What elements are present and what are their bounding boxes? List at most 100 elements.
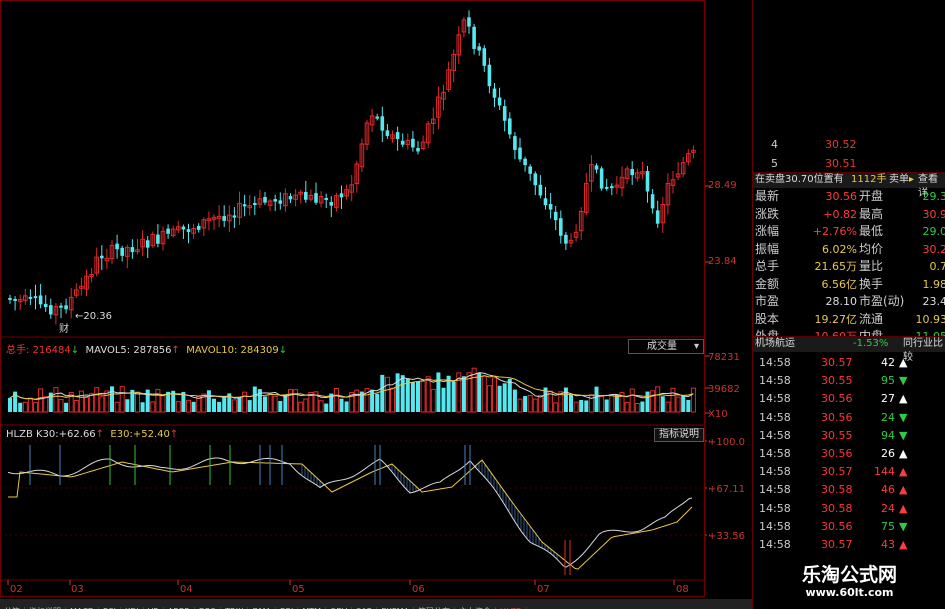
total-volume-label: 总手 (6, 345, 26, 356)
candle-body (508, 118, 512, 135)
volume-bar (89, 393, 95, 413)
quote-value: 28.10 (825, 295, 858, 308)
quote-label: 流通 (859, 311, 884, 326)
quote-row: 振幅 6.02% 均价 30.2 (755, 241, 945, 256)
tick-price: 30.56 (821, 519, 853, 533)
sell-order-type: 卖单 (889, 174, 909, 185)
quote-label: 最低 (859, 224, 884, 238)
volume-bar (497, 385, 502, 412)
quote-value: 29.0 (922, 225, 945, 238)
candle-body (181, 226, 186, 230)
volume-bar (135, 391, 140, 413)
chevron-down-icon: ▾ (693, 341, 699, 352)
volume-bar (599, 395, 605, 413)
volume-bar (650, 390, 656, 413)
down-arrow-icon: ▼ (899, 428, 908, 442)
down-arrow-icon: ↓ (278, 345, 288, 356)
volume-bar (27, 397, 33, 413)
event-marker-finance[interactable]: 财 (59, 324, 69, 336)
volume-bar (563, 387, 568, 412)
volume-bar (166, 391, 171, 412)
volume-bar (278, 400, 283, 412)
quote-value: 30.9 (922, 207, 945, 221)
volume-bar (175, 401, 181, 413)
volume-bar (33, 402, 38, 413)
volume-bar (624, 401, 630, 413)
candle-body (28, 296, 33, 299)
tick-volume: 95 (881, 374, 895, 388)
tick-volume: 26 (881, 447, 895, 460)
candle-body (650, 194, 655, 209)
candle-body (222, 216, 226, 221)
volume-axis-high: 78231 (708, 352, 740, 363)
candle-body (49, 305, 53, 315)
volume-bar (8, 397, 12, 412)
volume-bar (263, 396, 267, 412)
volume-bar (217, 401, 222, 412)
e30-line (8, 459, 693, 570)
tick-time: 14:58 (759, 447, 791, 460)
volume-bar (94, 387, 100, 413)
volume-bar (140, 402, 145, 412)
candle-body (324, 197, 328, 200)
volume-indicator-dropdown[interactable]: 成交量 ▾ (628, 339, 704, 354)
k30-line (7, 457, 693, 568)
volume-bar (579, 399, 584, 412)
total-volume-value: 216484 (32, 345, 71, 356)
quote-label: 市盈 (755, 294, 780, 308)
volume-bar (252, 386, 257, 412)
quote-label: 股本 (755, 311, 780, 326)
candle-body (38, 295, 43, 305)
candle-body (645, 171, 650, 192)
sector-bar[interactable]: 机场航运 -1.53% 同行业比较 (753, 336, 945, 363)
volume-bar (527, 394, 533, 413)
candle-body (186, 229, 191, 232)
quote-label: 振幅 (755, 241, 780, 256)
kline-chart[interactable] (0, 0, 752, 599)
quote-label: 换手 (859, 276, 884, 291)
up-arrow-icon: ▲ (899, 447, 908, 460)
volume-bar (155, 388, 161, 413)
volume-bar (333, 387, 339, 413)
quote-value: 29.3 (922, 190, 945, 203)
indicator-name: HLZB (6, 429, 33, 440)
tick-volume: 24 (881, 410, 895, 424)
candle-body (242, 204, 247, 207)
candle-body (385, 130, 390, 136)
tick-price: 30.56 (821, 392, 853, 406)
volume-bar (206, 390, 211, 412)
volume-bar (22, 401, 28, 413)
quote-label: 涨跌 (755, 206, 780, 221)
indicator-help-button[interactable]: 指标说明 (654, 428, 704, 442)
up-arrow-icon: ▲ (899, 483, 908, 497)
volume-bar (370, 389, 375, 412)
month-label: 04 (180, 584, 193, 595)
chart-frame (0, 0, 705, 597)
quote-label: 均价 (859, 241, 884, 256)
tick-price: 30.57 (821, 538, 853, 551)
tick-price: 30.58 (821, 483, 853, 497)
tick-volume: 43 (881, 538, 895, 551)
quote-value: 19.27亿 (814, 312, 858, 326)
volume-bar (492, 377, 497, 413)
tick-price: 30.56 (821, 410, 853, 424)
volume-bar (212, 398, 216, 412)
tick-price: 30.57 (821, 465, 853, 479)
tick-time: 14:58 (759, 410, 791, 424)
volume-bar (58, 399, 64, 413)
sell-order-bar[interactable]: 在卖盘30.70位置有 1112手 卖单 ▸ 查看详 (753, 172, 945, 199)
candle-body (339, 193, 344, 198)
tick-row: 14:58 30.57 43 ▲ (757, 538, 945, 551)
candle-body (655, 210, 660, 224)
chart-area[interactable]: 28.49 23.84 ←20.36 财 总手: 216484↓ MAVOL5:… (0, 0, 752, 609)
quote-row: 涨跌 +0.82 最高 30.9 (755, 206, 945, 221)
candle-body (513, 136, 517, 150)
volume-bar (420, 381, 426, 413)
tick-time: 14:58 (759, 483, 791, 497)
candle-body (400, 140, 405, 145)
tick-time: 14:58 (759, 374, 791, 388)
volume-bar (53, 387, 59, 413)
down-arrow-icon: ↓ (70, 345, 80, 356)
up-arrow-icon: ↑ (169, 429, 179, 440)
candle-body (43, 303, 48, 308)
